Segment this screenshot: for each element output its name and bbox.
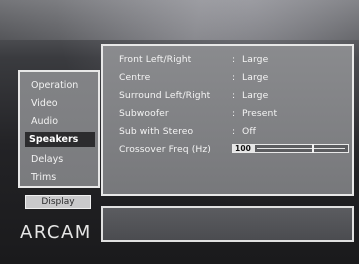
setting-row-centre[interactable]: Centre : Large xyxy=(119,70,349,86)
sidebar-item-trims[interactable]: Trims xyxy=(27,170,95,185)
setting-value: Large xyxy=(242,72,269,83)
sidebar-item-label: Speakers xyxy=(29,134,79,145)
display-button-label: Display xyxy=(41,197,75,207)
display-button[interactable]: Display xyxy=(25,195,91,209)
setting-value: Present xyxy=(242,108,278,119)
setting-separator: : xyxy=(232,54,236,65)
crossover-slider[interactable]: 100 xyxy=(232,144,349,153)
setting-label: Front Left/Right xyxy=(119,54,192,65)
sidebar-item-label: Audio xyxy=(31,116,59,127)
sidebar-item-label: Operation xyxy=(31,80,79,91)
arcam-logo: ARCAM xyxy=(20,222,92,243)
info-panel xyxy=(101,206,354,242)
setting-label: Subwoofer xyxy=(119,108,169,119)
sidebar-item-label: Trims xyxy=(31,172,57,183)
sidebar-item-speakers[interactable]: Speakers xyxy=(25,132,95,147)
setting-value: Off xyxy=(242,126,257,137)
setting-label: Surround Left/Right xyxy=(119,90,211,101)
setting-value: Large xyxy=(242,54,269,65)
setting-label: Sub with Stereo xyxy=(119,126,194,137)
setting-separator: : xyxy=(232,90,236,101)
slider-handle[interactable] xyxy=(312,144,314,153)
setting-separator: : xyxy=(232,126,236,137)
slider-value: 100 xyxy=(235,144,251,153)
slider-track-line xyxy=(257,148,345,149)
settings-panel: Front Left/Right : Large Centre : Large … xyxy=(101,44,354,196)
sidebar-item-label: Video xyxy=(31,98,58,109)
setting-row-front[interactable]: Front Left/Right : Large xyxy=(119,52,349,68)
setting-row-crossover[interactable]: Crossover Freq (Hz) 100 xyxy=(119,142,349,158)
setting-separator: : xyxy=(232,108,236,119)
sidebar-item-audio[interactable]: Audio xyxy=(27,114,95,129)
setting-value: Large xyxy=(242,90,269,101)
sidebar-item-delays[interactable]: Delays xyxy=(27,152,95,167)
sidebar-item-label: Delays xyxy=(31,154,64,165)
sidebar-item-operation[interactable]: Operation xyxy=(27,78,95,93)
setting-row-surround[interactable]: Surround Left/Right : Large xyxy=(119,88,349,104)
setting-label: Crossover Freq (Hz) xyxy=(119,144,211,155)
glare xyxy=(0,0,359,40)
setting-row-sub-stereo[interactable]: Sub with Stereo : Off xyxy=(119,124,349,140)
sidebar-item-video[interactable]: Video xyxy=(27,96,95,111)
setting-separator: : xyxy=(232,72,236,83)
setting-row-subwoofer[interactable]: Subwoofer : Present xyxy=(119,106,349,122)
sidebar-menu: Operation Video Audio Speakers Delays Tr… xyxy=(18,70,100,188)
screen: Front Left/Right : Large Centre : Large … xyxy=(0,0,359,264)
setting-label: Centre xyxy=(119,72,151,83)
